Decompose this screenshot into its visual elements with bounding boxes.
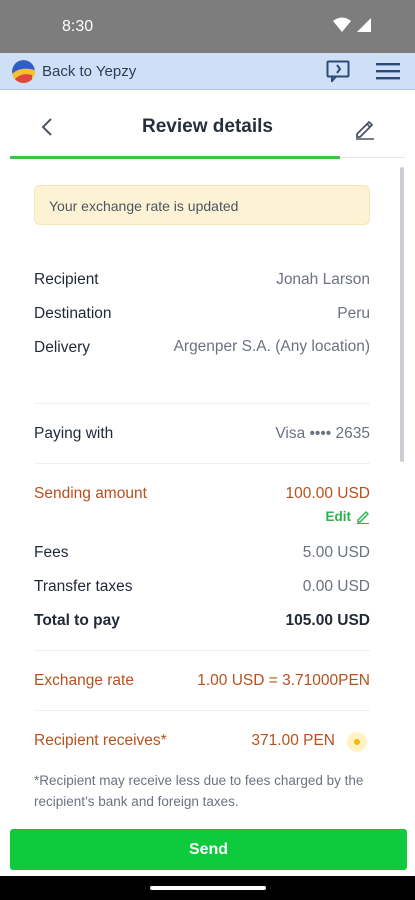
divider [34, 650, 370, 651]
title-bar: Review details [0, 90, 415, 162]
coin-icon [347, 732, 367, 752]
status-bar: 8:30 [0, 0, 415, 53]
app-logo-icon[interactable] [12, 60, 35, 83]
exchange-rate-value: 1.00 USD = 3.71000PEN [197, 672, 370, 689]
back-to-app-link[interactable]: Back to Yepzy [42, 63, 136, 80]
fees-value: 5.00 USD [302, 544, 370, 561]
pencil-icon [357, 510, 369, 524]
signal-icon [357, 18, 371, 32]
scrollbar[interactable] [400, 167, 404, 462]
transfer-taxes-value: 0.00 USD [302, 578, 370, 595]
destination-label: Destination [34, 305, 112, 322]
rate-updated-notice: Your exchange rate is updated [34, 185, 370, 225]
status-icons [333, 17, 371, 33]
paying-with-value: Visa •••• 2635 [275, 425, 370, 442]
recipient-receives-label: Recipient receives* [34, 732, 167, 749]
total-label: Total to pay [34, 612, 120, 629]
edit-link-label: Edit [325, 509, 352, 524]
wifi-icon [333, 17, 351, 32]
total-value: 105.00 USD [285, 612, 370, 629]
divider [34, 710, 370, 711]
status-time: 8:30 [62, 18, 94, 35]
recipient-label: Recipient [34, 271, 99, 288]
edit-amount-link[interactable]: Edit [326, 509, 371, 524]
progress-track [340, 157, 405, 158]
divider [34, 403, 370, 404]
recipient-value: Jonah Larson [276, 271, 370, 288]
sending-amount-label: Sending amount [34, 485, 147, 502]
destination-value: Peru [337, 305, 370, 322]
sending-amount-value: 100.00 USD [285, 485, 370, 502]
transfer-taxes-label: Transfer taxes [34, 578, 133, 595]
exchange-rate-label: Exchange rate [34, 672, 134, 689]
notice-text: Your exchange rate is updated [49, 198, 239, 214]
app-header: Back to Yepzy [0, 53, 415, 90]
system-nav-bar [0, 876, 415, 900]
footnote: *Recipient may receive less due to fees … [34, 773, 364, 809]
fees-label: Fees [34, 544, 69, 561]
delivery-label: Delivery [34, 339, 90, 356]
feedback-icon[interactable] [326, 60, 350, 82]
review-content: Your exchange rate is updated Recipient … [0, 162, 415, 822]
delivery-value: Argenper S.A. (Any location) [173, 338, 370, 355]
send-button[interactable]: Send [10, 829, 407, 870]
hamburger-menu-icon[interactable] [376, 63, 400, 80]
paying-with-label: Paying with [34, 425, 114, 442]
recipient-receives-value: 371.00 PEN [251, 732, 335, 749]
progress-indicator [10, 156, 340, 159]
home-indicator[interactable] [150, 886, 266, 890]
pencil-edit-icon[interactable] [353, 116, 377, 140]
divider [34, 463, 370, 464]
